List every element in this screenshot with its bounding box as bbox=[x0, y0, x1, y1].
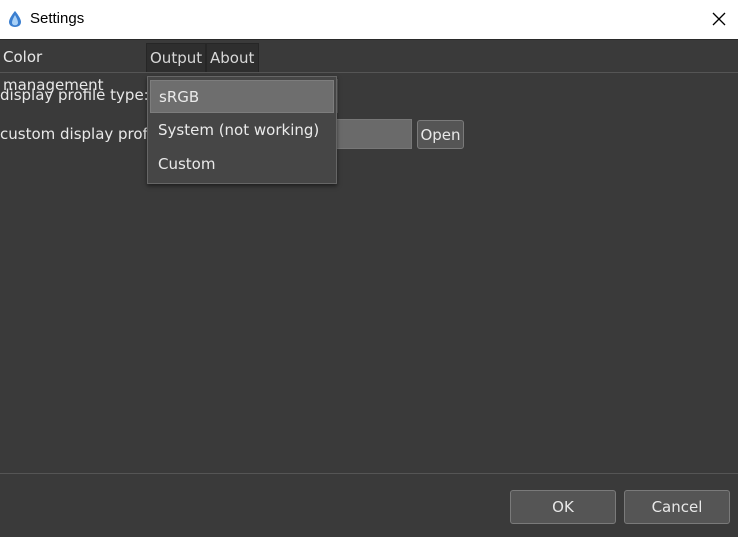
window-title: Settings bbox=[30, 10, 85, 27]
drop-icon bbox=[9, 11, 21, 27]
tab-bar: Color management Output About bbox=[0, 40, 738, 94]
cancel-button[interactable]: Cancel bbox=[624, 490, 730, 524]
custom-profile-path-input[interactable] bbox=[336, 119, 412, 149]
tab-color-management[interactable]: Color management bbox=[0, 43, 146, 94]
tab-output[interactable]: Output bbox=[146, 43, 206, 72]
display-profile-dropdown: sRGB System (not working) Custom bbox=[147, 76, 337, 184]
dropdown-option-custom[interactable]: Custom bbox=[150, 148, 334, 181]
close-icon bbox=[712, 12, 726, 26]
close-button[interactable] bbox=[706, 6, 732, 32]
dropdown-option-system[interactable]: System (not working) bbox=[150, 114, 334, 147]
display-profile-type-label: display profile type: bbox=[0, 86, 149, 104]
ok-button[interactable]: OK bbox=[510, 490, 616, 524]
dropdown-option-srgb[interactable]: sRGB bbox=[150, 80, 334, 113]
title-bar: Settings bbox=[0, 0, 738, 40]
footer-divider bbox=[0, 473, 738, 474]
custom-display-profile-label: custom display profile bbox=[0, 125, 166, 143]
open-button[interactable]: Open bbox=[417, 120, 464, 149]
tab-about[interactable]: About bbox=[206, 43, 259, 72]
